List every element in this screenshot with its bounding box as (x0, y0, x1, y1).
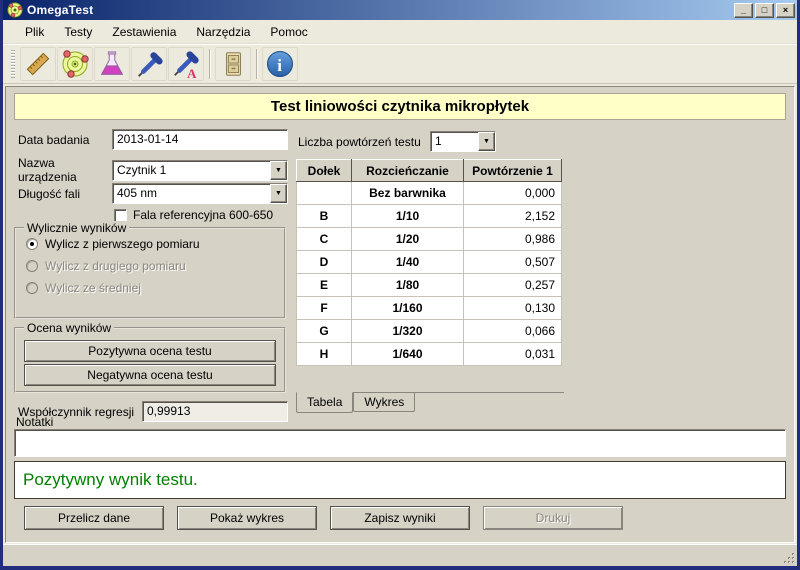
regression-value-field: 0,99913 (142, 401, 288, 422)
radio-icon (26, 260, 38, 272)
result-text: Pozytywny wynik testu. (23, 470, 198, 490)
table-row[interactable]: D 1/40 0,507 (297, 251, 562, 274)
negative-eval-button[interactable]: Negatywna ocena testu (24, 364, 276, 386)
radio-second-measurement: Wylicz z drugiego pomiaru (26, 259, 284, 273)
wavelength-value: 405 nm (113, 184, 270, 203)
result-panel: Pozytywny wynik testu. (14, 461, 786, 499)
title-bar: OmegaTest _ □ × (3, 0, 797, 20)
view-tabstrip: Tabela Wykres (296, 392, 564, 413)
table-row[interactable]: B 1/10 2,152 (297, 205, 562, 228)
app-logo-icon (7, 2, 23, 18)
menu-testy[interactable]: Testy (54, 22, 102, 42)
repeat-count-value: 1 (431, 132, 478, 151)
table-row[interactable]: A Bez barwnika 0,000 (297, 182, 562, 205)
test-title-banner: Test liniowości czytnika mikropłytek (14, 93, 786, 120)
toolbar-grip (11, 50, 15, 78)
action-buttons: Przelicz dane Pokaż wykres Zapisz wyniki… (24, 506, 623, 530)
device-value: Czytnik 1 (113, 161, 270, 180)
print-button: Drukuj (483, 506, 623, 530)
toolbar: A (3, 44, 797, 84)
info-icon: i (264, 48, 296, 80)
table-row[interactable]: E 1/80 0,257 (297, 274, 562, 297)
minimize-button[interactable]: _ (734, 3, 753, 18)
table-row[interactable]: G 1/320 0,066 (297, 320, 562, 343)
flask-icon (97, 49, 127, 79)
well-cell-selected[interactable]: A (297, 182, 352, 205)
radio-icon[interactable] (26, 238, 38, 250)
toolbar-separator (209, 49, 211, 79)
target-icon (59, 48, 91, 80)
notes-textarea[interactable] (14, 429, 786, 457)
date-input[interactable]: 2013-01-14 (112, 129, 288, 150)
chevron-down-icon[interactable]: ▼ (478, 132, 495, 151)
results-table: Dołek Rozcieńczanie Powtórzenie 1 A Bez … (296, 159, 562, 366)
test-title: Test liniowości czytnika mikropłytek (271, 98, 529, 115)
info-toolbar-button[interactable]: i (262, 47, 298, 81)
table-header-row: Dołek Rozcieńczanie Powtórzenie 1 (297, 160, 562, 182)
toolbar-separator-2 (256, 49, 258, 79)
calc-group-title: Wylicznie wyników (24, 221, 129, 235)
window-title: OmegaTest (27, 3, 93, 17)
device-label: Nazwa urządzenia (18, 156, 112, 184)
cabinet-toolbar-button[interactable] (215, 47, 251, 81)
notes-label: Notatki (16, 415, 53, 429)
ruler-toolbar-button[interactable] (20, 47, 56, 81)
calc-groupbox: Wylicznie wyników Wylicz z pierwszego po… (14, 227, 286, 319)
menu-pomoc[interactable]: Pomoc (260, 22, 317, 42)
col-header-dilution[interactable]: Rozcieńczanie (352, 160, 464, 182)
reference-wave-checkbox[interactable] (114, 209, 127, 222)
radio-icon (26, 282, 38, 294)
eval-groupbox: Ocena wyników Pozytywna ocena testu Nega… (14, 327, 286, 393)
recalculate-button[interactable]: Przelicz dane (24, 506, 164, 530)
col-header-rep1[interactable]: Powtórzenie 1 (464, 160, 562, 182)
repeat-count-combobox[interactable]: 1 ▼ (430, 131, 496, 152)
wavelength-combobox[interactable]: 405 nm ▼ (112, 183, 288, 204)
positive-eval-button[interactable]: Pozytywna ocena testu (24, 340, 276, 362)
main-panel: Test liniowości czytnika mikropłytek Dat… (5, 86, 795, 543)
wavelength-label: Długość fali (18, 187, 112, 201)
radio-average: Wylicz ze średniej (26, 281, 284, 295)
cabinet-icon (218, 49, 248, 79)
ruler-icon (23, 49, 53, 79)
flask-toolbar-button[interactable] (94, 47, 130, 81)
date-label: Data badania (18, 133, 112, 147)
pipette-icon (134, 49, 164, 79)
pipette-a-icon: A (171, 49, 201, 79)
table-row[interactable]: C 1/20 0,986 (297, 228, 562, 251)
app-window: OmegaTest _ □ × Plik Testy Zestawienia N… (0, 0, 800, 570)
menu-plik[interactable]: Plik (15, 22, 54, 42)
save-results-button[interactable]: Zapisz wyniki (330, 506, 470, 530)
close-button[interactable]: × (776, 3, 795, 18)
target-toolbar-button[interactable] (57, 47, 93, 81)
pipette-a-toolbar-button[interactable]: A (168, 47, 204, 81)
radio-first-measurement[interactable]: Wylicz z pierwszego pomiaru (26, 237, 284, 251)
chevron-down-icon[interactable]: ▼ (270, 184, 287, 203)
menu-bar: Plik Testy Zestawienia Narzędzia Pomoc (3, 20, 797, 44)
eval-group-title: Ocena wyników (24, 321, 114, 335)
svg-text:A: A (187, 66, 197, 79)
repeat-count-label: Liczba powtórzeń testu (298, 135, 430, 149)
table-row[interactable]: H 1/640 0,031 (297, 343, 562, 366)
menu-narzedzia[interactable]: Narzędzia (186, 22, 260, 42)
tab-tabela[interactable]: Tabela (296, 392, 353, 413)
table-row[interactable]: F 1/160 0,130 (297, 297, 562, 320)
resize-grip-icon[interactable] (783, 552, 796, 565)
app-body: Plik Testy Zestawienia Narzędzia Pomoc (3, 20, 797, 566)
tab-wykres[interactable]: Wykres (353, 393, 415, 412)
svg-text:i: i (277, 56, 282, 75)
menu-zestawienia[interactable]: Zestawienia (102, 22, 186, 42)
maximize-button[interactable]: □ (755, 3, 774, 18)
reference-wave-label: Fala referencyjna 600-650 (133, 208, 273, 222)
pipette-toolbar-button[interactable] (131, 47, 167, 81)
status-bar (3, 544, 797, 566)
show-chart-button[interactable]: Pokaż wykres (177, 506, 317, 530)
device-combobox[interactable]: Czytnik 1 ▼ (112, 160, 288, 181)
col-header-well[interactable]: Dołek (297, 160, 352, 182)
chevron-down-icon[interactable]: ▼ (270, 161, 287, 180)
